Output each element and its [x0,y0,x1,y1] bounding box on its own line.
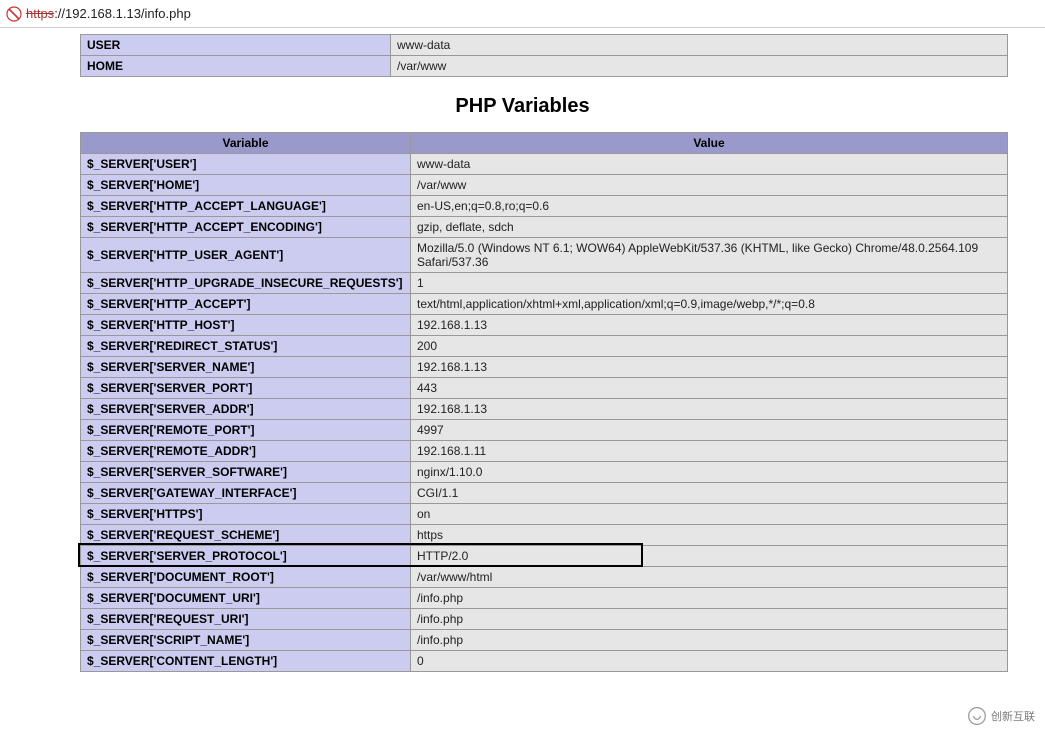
var-value: /var/www/html [411,567,1008,588]
var-key: $_SERVER['SERVER_PROTOCOL'] [81,546,411,567]
var-key: $_SERVER['REDIRECT_STATUS'] [81,336,411,357]
var-value: 443 [411,378,1008,399]
environment-table: USERwww-dataHOME/var/www [80,34,1008,77]
var-key: $_SERVER['HTTP_ACCEPT'] [81,294,411,315]
table-row: $_SERVER['REMOTE_PORT']4997 [81,420,1008,441]
table-row: $_SERVER['HTTPS']on [81,504,1008,525]
var-value: en-US,en;q=0.8,ro;q=0.6 [411,196,1008,217]
table-row: $_SERVER['HTTP_HOST']192.168.1.13 [81,315,1008,336]
table-row: $_SERVER['HTTP_ACCEPT_ENCODING']gzip, de… [81,217,1008,238]
var-value: /info.php [411,588,1008,609]
table-row: $_SERVER['SERVER_SOFTWARE']nginx/1.10.0 [81,462,1008,483]
col-header-variable: Variable [81,133,411,154]
table-row: $_SERVER['HTTP_ACCEPT_LANGUAGE']en-US,en… [81,196,1008,217]
var-value: CGI/1.1 [411,483,1008,504]
table-row: $_SERVER['REDIRECT_STATUS']200 [81,336,1008,357]
var-value: 4997 [411,420,1008,441]
var-key: $_SERVER['SCRIPT_NAME'] [81,630,411,651]
var-value: 192.168.1.13 [411,315,1008,336]
var-value: 192.168.1.11 [411,441,1008,462]
var-value: HTTP/2.0 [411,546,1008,567]
var-key: $_SERVER['CONTENT_LENGTH'] [81,651,411,672]
var-key: $_SERVER['HOME'] [81,175,411,196]
url-rest: ://192.168.1.13/info.php [54,6,191,21]
url-text: https://192.168.1.13/info.php [26,6,191,21]
table-row: $_SERVER['GATEWAY_INTERFACE']CGI/1.1 [81,483,1008,504]
var-key: $_SERVER['SERVER_ADDR'] [81,399,411,420]
var-value: /info.php [411,609,1008,630]
insecure-warning-icon [6,6,22,22]
var-value: /info.php [411,630,1008,651]
table-header-row: Variable Value [81,133,1008,154]
watermark-text: 创新互联 [991,708,1035,724]
section-title: PHP Variables [80,95,965,118]
var-key: $_SERVER['DOCUMENT_URI'] [81,588,411,609]
var-key: $_SERVER['USER'] [81,154,411,175]
var-value: gzip, deflate, sdch [411,217,1008,238]
var-value: 192.168.1.13 [411,399,1008,420]
table-row: $_SERVER['DOCUMENT_ROOT']/var/www/html [81,567,1008,588]
table-row: $_SERVER['SERVER_ADDR']192.168.1.13 [81,399,1008,420]
table-row: $_SERVER['SERVER_NAME']192.168.1.13 [81,357,1008,378]
var-key: $_SERVER['HTTPS'] [81,504,411,525]
table-row: $_SERVER['SERVER_PORT']443 [81,378,1008,399]
var-key: $_SERVER['SERVER_SOFTWARE'] [81,462,411,483]
env-value: www-data [391,35,1008,56]
table-row: $_SERVER['DOCUMENT_URI']/info.php [81,588,1008,609]
var-value: on [411,504,1008,525]
url-scheme-struck: https [26,6,54,21]
var-key: $_SERVER['REQUEST_SCHEME'] [81,525,411,546]
var-value: https [411,525,1008,546]
table-row: $_SERVER['REQUEST_SCHEME']https [81,525,1008,546]
var-value: /var/www [411,175,1008,196]
address-bar[interactable]: https://192.168.1.13/info.php [0,0,1045,28]
var-key: $_SERVER['REMOTE_PORT'] [81,420,411,441]
env-key: USER [81,35,391,56]
var-value: 200 [411,336,1008,357]
var-value: www-data [411,154,1008,175]
table-row: $_SERVER['SERVER_PROTOCOL']HTTP/2.0 [81,546,1008,567]
table-row: $_SERVER['HTTP_UPGRADE_INSECURE_REQUESTS… [81,273,1008,294]
table-row: $_SERVER['CONTENT_LENGTH']0 [81,651,1008,672]
watermark: 创新互联 [961,704,1041,728]
table-row: USERwww-data [81,35,1008,56]
var-value: Mozilla/5.0 (Windows NT 6.1; WOW64) Appl… [411,238,1008,273]
var-value: text/html,application/xhtml+xml,applicat… [411,294,1008,315]
var-key: $_SERVER['HTTP_UPGRADE_INSECURE_REQUESTS… [81,273,411,294]
table-row: HOME/var/www [81,56,1008,77]
table-row: $_SERVER['SCRIPT_NAME']/info.php [81,630,1008,651]
var-value: nginx/1.10.0 [411,462,1008,483]
col-header-value: Value [411,133,1008,154]
env-value: /var/www [391,56,1008,77]
var-key: $_SERVER['REMOTE_ADDR'] [81,441,411,462]
var-value: 192.168.1.13 [411,357,1008,378]
table-row: $_SERVER['REQUEST_URI']/info.php [81,609,1008,630]
var-key: $_SERVER['SERVER_NAME'] [81,357,411,378]
var-key: $_SERVER['GATEWAY_INTERFACE'] [81,483,411,504]
table-row: $_SERVER['HOME']/var/www [81,175,1008,196]
var-key: $_SERVER['HTTP_ACCEPT_ENCODING'] [81,217,411,238]
php-variables-table: Variable Value $_SERVER['USER']www-data$… [80,132,1008,672]
var-value: 0 [411,651,1008,672]
var-key: $_SERVER['DOCUMENT_ROOT'] [81,567,411,588]
table-row: $_SERVER['REMOTE_ADDR']192.168.1.11 [81,441,1008,462]
var-key: $_SERVER['SERVER_PORT'] [81,378,411,399]
var-key: $_SERVER['HTTP_HOST'] [81,315,411,336]
env-key: HOME [81,56,391,77]
phpinfo-content: USERwww-dataHOME/var/www PHP Variables V… [0,28,1045,692]
var-value: 1 [411,273,1008,294]
var-key: $_SERVER['HTTP_ACCEPT_LANGUAGE'] [81,196,411,217]
table-row: $_SERVER['HTTP_ACCEPT']text/html,applica… [81,294,1008,315]
table-row: $_SERVER['USER']www-data [81,154,1008,175]
var-key: $_SERVER['REQUEST_URI'] [81,609,411,630]
table-row: $_SERVER['HTTP_USER_AGENT']Mozilla/5.0 (… [81,238,1008,273]
var-key: $_SERVER['HTTP_USER_AGENT'] [81,238,411,273]
